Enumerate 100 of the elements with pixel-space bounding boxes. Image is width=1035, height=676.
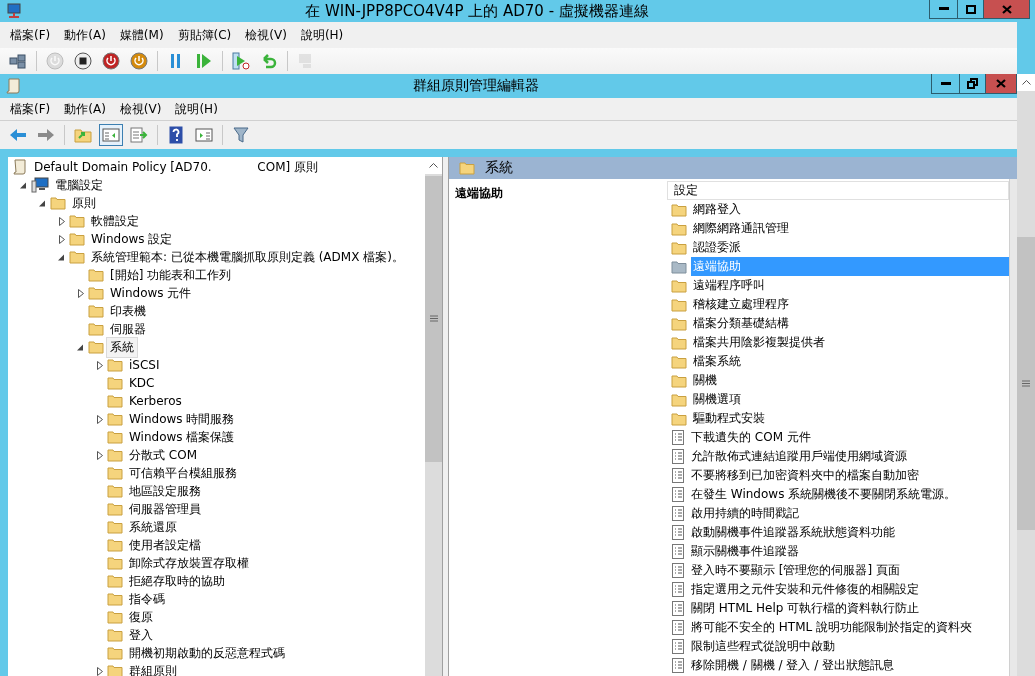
folder-icon (69, 214, 85, 228)
document-icon (671, 430, 685, 445)
folder-icon (671, 411, 687, 426)
menu-item[interactable]: 剪貼簿(C) (177, 26, 232, 44)
grip-icon (429, 315, 438, 323)
folder-icon (107, 538, 123, 552)
menu-item[interactable]: 說明(H) (300, 26, 344, 44)
restore-icon (967, 78, 978, 89)
menu-item[interactable]: 檢視(V) (119, 100, 162, 118)
list-item[interactable]: 稽核建立處理程序 (691, 295, 1009, 314)
document-icon (671, 582, 685, 597)
close-button[interactable] (985, 74, 1017, 94)
folder-icon (671, 259, 687, 274)
list-item[interactable]: 限制這些程式從說明中啟動 (689, 637, 1009, 656)
close-button[interactable] (983, 0, 1030, 19)
minimize-button[interactable] (931, 74, 960, 94)
list-item[interactable]: 下載遺失的 COM 元件 (689, 428, 1009, 447)
folder-icon (459, 161, 475, 175)
list-item[interactable]: 不要將移到已加密資料夾中的檔案自動加密 (689, 466, 1009, 485)
menu-item[interactable]: 說明(H) (175, 100, 218, 118)
tree-item[interactable]: KDC (125, 374, 159, 392)
folder-up-icon (74, 127, 92, 143)
power-icon (102, 52, 120, 70)
scrollbar[interactable] (1017, 74, 1035, 676)
checkpoint-icon (232, 52, 250, 70)
scrollbar[interactable] (1009, 179, 1017, 676)
document-icon (671, 449, 685, 464)
pause-icon (170, 54, 182, 68)
list-item[interactable]: 顯示關機事件追蹤器 (689, 542, 1009, 561)
folder-icon (107, 394, 123, 408)
expanded-arrow-icon[interactable] (20, 181, 27, 189)
menu-item[interactable]: 檢視(V) (245, 26, 287, 44)
list-item[interactable]: 將可能不安全的 HTML 說明功能限制於指定的資料夾 (689, 618, 1009, 637)
export-list-icon (130, 127, 148, 143)
list-item[interactable]: 關機 (691, 371, 1009, 390)
folder-icon (107, 664, 123, 676)
collapsed-arrow-icon[interactable] (96, 666, 103, 676)
close-icon (996, 79, 1006, 88)
pane-title: 系統 (485, 159, 513, 177)
menu-item[interactable]: 檔案(F) (10, 100, 51, 118)
scroll-up-icon[interactable] (1021, 80, 1031, 85)
folder-icon (671, 373, 687, 388)
menu-item[interactable]: 檔案(F) (10, 26, 51, 44)
expanded-arrow-icon[interactable] (58, 253, 65, 261)
folder-icon (107, 556, 123, 570)
folder-icon (107, 376, 123, 390)
virtual-machine-icon (6, 3, 24, 19)
list-item[interactable]: 網際網路通訊管理 (691, 219, 1009, 238)
menu-item[interactable]: 動作(A) (64, 100, 106, 118)
document-icon (671, 506, 685, 521)
list-item[interactable]: 允許散佈式連結追蹤用戶端使用網域資源 (689, 447, 1009, 466)
toolbar-button[interactable] (71, 50, 95, 72)
folder-icon (107, 610, 123, 624)
tree-item[interactable]: 系統 (106, 336, 138, 358)
list-item[interactable]: 檔案共用陰影複製提供者 (691, 333, 1009, 352)
undo-arrow-icon (260, 53, 278, 69)
list-item[interactable]: 關機選項 (691, 390, 1009, 409)
document-icon (671, 487, 685, 502)
list-item[interactable]: 移除開機 / 關機 / 登入 / 登出狀態訊息 (689, 656, 1009, 675)
list-item[interactable]: 指定選用之元件安裝和元件修復的相關設定 (689, 580, 1009, 599)
folder-icon (671, 297, 687, 312)
collapsed-arrow-icon[interactable] (96, 450, 103, 460)
scrollbar[interactable] (425, 157, 442, 676)
menu-item[interactable]: 動作(A) (64, 26, 106, 44)
window-title: 在 WIN-JPP8PCO4V4P 上的 AD70 - 虛擬機器連線 (304, 1, 650, 21)
folder-icon (107, 466, 123, 480)
list-item[interactable]: 遠端程序呼叫 (691, 276, 1009, 295)
document-icon (671, 601, 685, 616)
minimize-button[interactable] (929, 0, 958, 19)
column-header[interactable]: 設定 (667, 181, 1009, 200)
folder-icon (671, 354, 687, 369)
close-icon (1001, 4, 1012, 14)
list-item[interactable]: 檔案系統 (691, 352, 1009, 371)
tree-item[interactable]: Kerberos (125, 392, 186, 410)
collapsed-arrow-icon[interactable] (77, 288, 84, 298)
list-item[interactable]: 啟用持續的時間戳記 (689, 504, 1009, 523)
expanded-arrow-icon[interactable] (77, 343, 84, 351)
list-item[interactable]: 登入時不要顯示 [管理您的伺服器] 頁面 (689, 561, 1009, 580)
list-item[interactable]: 檔案分類基礎結構 (691, 314, 1009, 333)
list-item[interactable]: 關閉 HTML Help 可執行檔的資料執行防止 (689, 599, 1009, 618)
scroll-up-icon[interactable] (429, 163, 438, 168)
window-title: 群組原則管理編輯器 (412, 77, 540, 95)
description-title: 遠端協助 (455, 186, 503, 200)
list-item[interactable]: 驅動程式安裝 (691, 409, 1009, 428)
folder-icon (88, 286, 104, 300)
list-item[interactable]: 啟動關機事件追蹤器系統狀態資料功能 (689, 523, 1009, 542)
folder-icon (671, 240, 687, 255)
collapsed-arrow-icon[interactable] (96, 360, 103, 370)
folder-icon (107, 646, 123, 660)
expanded-arrow-icon[interactable] (39, 199, 46, 207)
folder-icon (107, 412, 123, 426)
power-icon (46, 52, 64, 70)
list-item[interactable]: 在發生 Windows 系統關機後不要關閉系統電源。 (689, 485, 1009, 504)
folder-icon (88, 268, 104, 282)
list-item[interactable]: 網路登入 (691, 200, 1009, 219)
tree-item[interactable]: iSCSI (125, 356, 164, 374)
collapsed-arrow-icon[interactable] (96, 414, 103, 424)
folder-icon (107, 520, 123, 534)
menu-item[interactable]: 媒體(M) (119, 26, 164, 44)
list-item[interactable]: 認證委派 (691, 238, 1009, 257)
